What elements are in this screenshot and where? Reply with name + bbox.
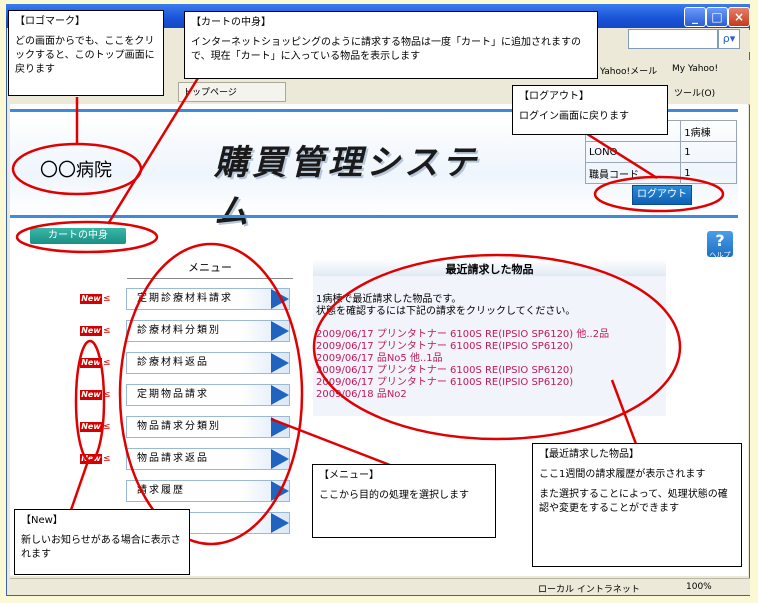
callout-title: 【メニュー】 [319, 470, 379, 481]
callout-logout: 【ログアウト】 ログイン画面に戻ります [512, 85, 668, 135]
callout-cart: 【カートの中身】 インターネットショッピングのように請求する物品は一度「カート」… [184, 11, 598, 79]
recent-leader [610, 379, 638, 445]
callout-body: 新しいお知らせがある場合に表示されます [21, 535, 181, 560]
callout-title: 【ログアウト】 [519, 91, 589, 102]
callout-body: インターネットショッピングのように請求する物品は一度「カート」に追加されますので… [191, 37, 581, 62]
new-highlight [74, 339, 106, 463]
callout-body: また選択することによって、処理状態の確認や変更をすることができます [539, 489, 728, 514]
callout-recent: 【最近請求した物品】 ここ1週間の請求履歴が表示されます また選択することによっ… [532, 443, 742, 567]
callout-title: 【ロゴマーク】 [15, 16, 85, 27]
callout-new: 【New】 新しいお知らせがある場合に表示されます [14, 509, 190, 575]
callout-body: どの画面からでも、ここをクリックすると、このトップ画面に戻ります [15, 36, 155, 75]
callout-title: 【カートの中身】 [191, 17, 271, 28]
logo-highlight [11, 142, 143, 196]
callout-body: ここから目的の処理を選択します [319, 490, 469, 501]
callout-title: 【New】 [21, 515, 63, 526]
callout-logo: 【ロゴマーク】 どの画面からでも、ここをクリックすると、このトップ画面に戻ります [8, 10, 164, 96]
callout-body: ログイン画面に戻ります [519, 111, 629, 122]
callout-body: ここ1週間の請求履歴が表示されます [539, 469, 706, 480]
logout-leader [583, 130, 658, 180]
menu-leader [270, 417, 396, 469]
callout-menu: 【メニュー】 ここから目的の処理を選択します [312, 464, 496, 538]
logout-highlight [593, 175, 725, 213]
menu-highlight [118, 242, 304, 546]
callout-title: 【最近請求した物品】 [539, 449, 639, 460]
new-leader [69, 460, 90, 511]
cart-highlight [15, 220, 159, 254]
